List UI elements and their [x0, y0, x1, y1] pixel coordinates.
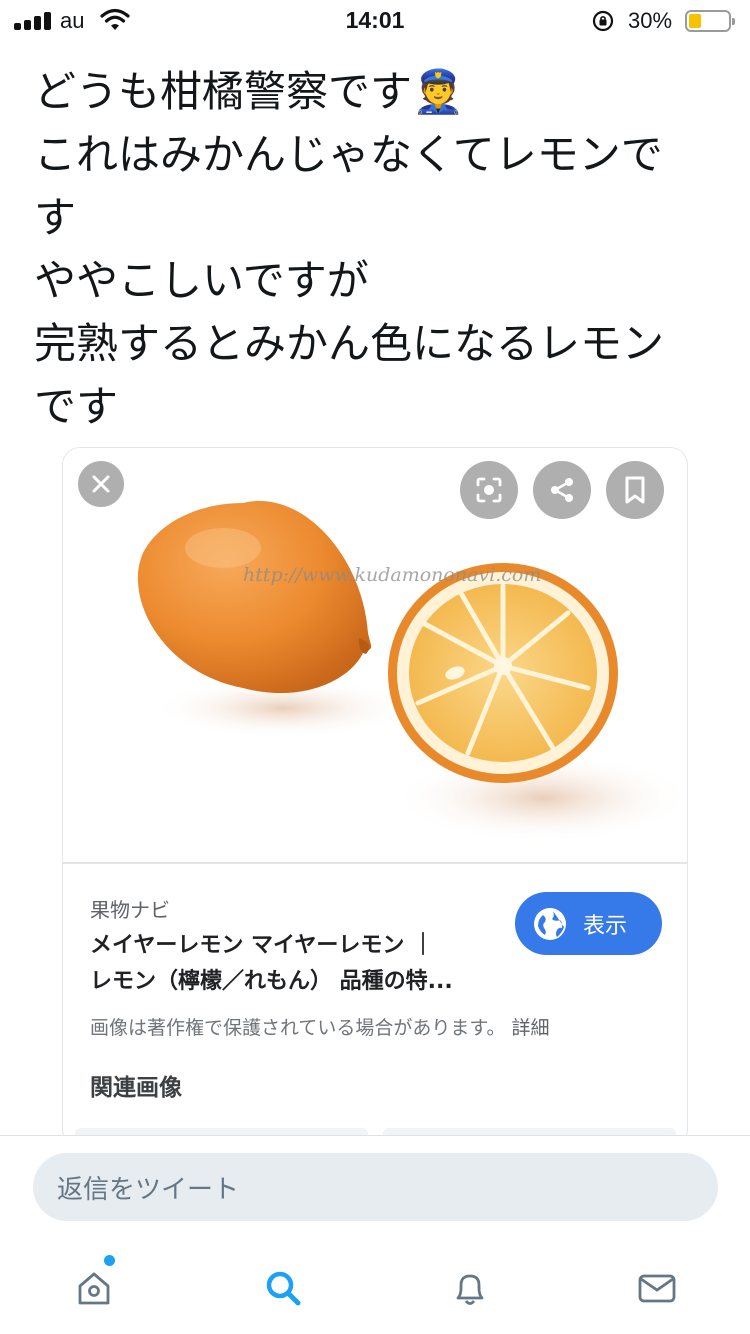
source-site[interactable]: 果物ナビ [90, 894, 170, 923]
tweet-line: どうも柑橘警察です👮 [34, 67, 465, 116]
tweet-body: どうも柑橘警察です👮 これはみかんじゃなくてレモンで す ややこしいですが 完熟… [34, 60, 714, 438]
home-icon[interactable] [64, 1258, 124, 1318]
tweet-line: です [34, 382, 119, 431]
bookmark-icon[interactable] [606, 461, 664, 519]
tweet-line: す [34, 193, 77, 242]
tweet-line: ややこしいですが [34, 256, 369, 305]
result-title-line[interactable]: レモン（檸檬／れもん） 品種の特... [90, 964, 490, 1000]
card-divider [63, 862, 687, 864]
view-button-label: 表示 [583, 913, 628, 939]
tweet-line: 完熟するとみかん色になるレモン [34, 319, 665, 368]
close-icon[interactable] [78, 461, 124, 507]
image-watermark: http://www.kudamononavi.com [243, 564, 541, 586]
status-bar: au 14:01 30% [0, 0, 750, 40]
result-title-line[interactable]: メイヤーレモン マイヤーレモン ｜ [90, 928, 490, 964]
tab-bar [0, 1236, 750, 1334]
copyright-text: 画像は著作権で保護されている場合があります。 [90, 1017, 506, 1039]
messages-icon[interactable] [627, 1258, 687, 1318]
image-search-card[interactable]: http://www.kudamononavi.com 果物ナビ メイヤーレモン… [62, 447, 688, 1147]
related-images-heading: 関連画像 [90, 1075, 182, 1101]
tweet-line: これはみかんじゃなくてレモンで [34, 130, 663, 179]
lemon-photo[interactable]: http://www.kudamononavi.com [63, 448, 687, 862]
battery-percent: 30% [628, 8, 673, 33]
globe-icon [534, 907, 566, 940]
clipped-header-text [60, 40, 620, 46]
lens-icon[interactable] [460, 461, 518, 519]
reply-bar: 返信をツイート [0, 1135, 750, 1235]
detail-link[interactable]: 詳細 [512, 1017, 550, 1039]
share-icon[interactable] [533, 461, 591, 519]
copyright-notice: 画像は著作権で保護されている場合があります。 詳細 [90, 1013, 550, 1040]
battery-icon [685, 10, 735, 32]
reply-input[interactable]: 返信をツイート [33, 1153, 718, 1221]
notifications-icon[interactable] [440, 1258, 500, 1318]
new-tweets-dot [104, 1255, 115, 1266]
search-icon[interactable] [253, 1258, 313, 1318]
result-title[interactable]: メイヤーレモン マイヤーレモン ｜ レモン（檸檬／れもん） 品種の特... [90, 928, 490, 1000]
view-button[interactable]: 表示 [515, 892, 662, 955]
rotation-lock-icon [591, 9, 615, 37]
